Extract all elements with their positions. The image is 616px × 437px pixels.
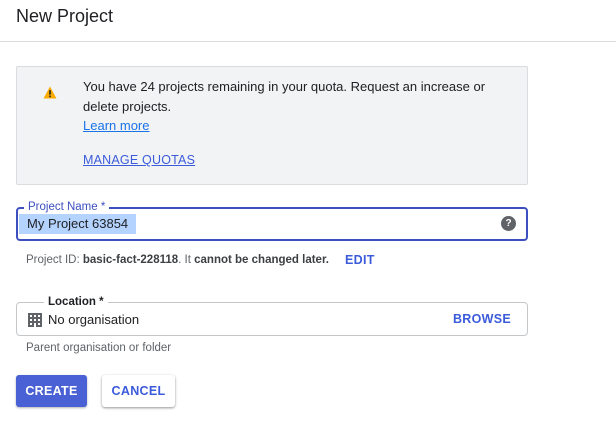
create-button[interactable]: CREATE [16,375,87,407]
project-id-middle: . It [178,254,195,266]
project-id-warning: cannot be changed later. [194,254,329,266]
project-id-text: Project ID: basic-fact-228118. It cannot… [26,254,329,266]
building-icon [28,313,42,327]
warning-icon [43,86,57,99]
location-label: Location * [44,295,108,309]
dialog-header: New Project [0,0,616,42]
browse-button[interactable]: BROWSE [453,312,511,326]
learn-more-link[interactable]: Learn more [83,118,149,133]
page-title: New Project [16,6,114,26]
help-icon[interactable]: ? [501,216,516,231]
project-name-field[interactable]: Project Name * My Project 63854 ? [16,200,528,241]
location-field[interactable]: Location * No organisation BROWSE [16,295,528,336]
manage-quotas-link[interactable]: MANAGE QUOTAS [83,153,195,167]
edit-project-id-button[interactable]: EDIT [345,253,375,267]
project-id-prefix: Project ID: [26,254,83,266]
location-hint: Parent organisation or folder [26,342,172,354]
cancel-button[interactable]: CANCEL [102,375,175,407]
project-name-input[interactable]: My Project 63854 [19,214,137,234]
quota-message: You have 24 projects remaining in your q… [83,79,486,114]
project-name-label: Project Name * [24,200,110,214]
location-value: No organisation [48,312,140,327]
project-id-value: basic-fact-228118 [82,254,179,266]
quota-notice: You have 24 projects remaining in your q… [16,66,528,185]
